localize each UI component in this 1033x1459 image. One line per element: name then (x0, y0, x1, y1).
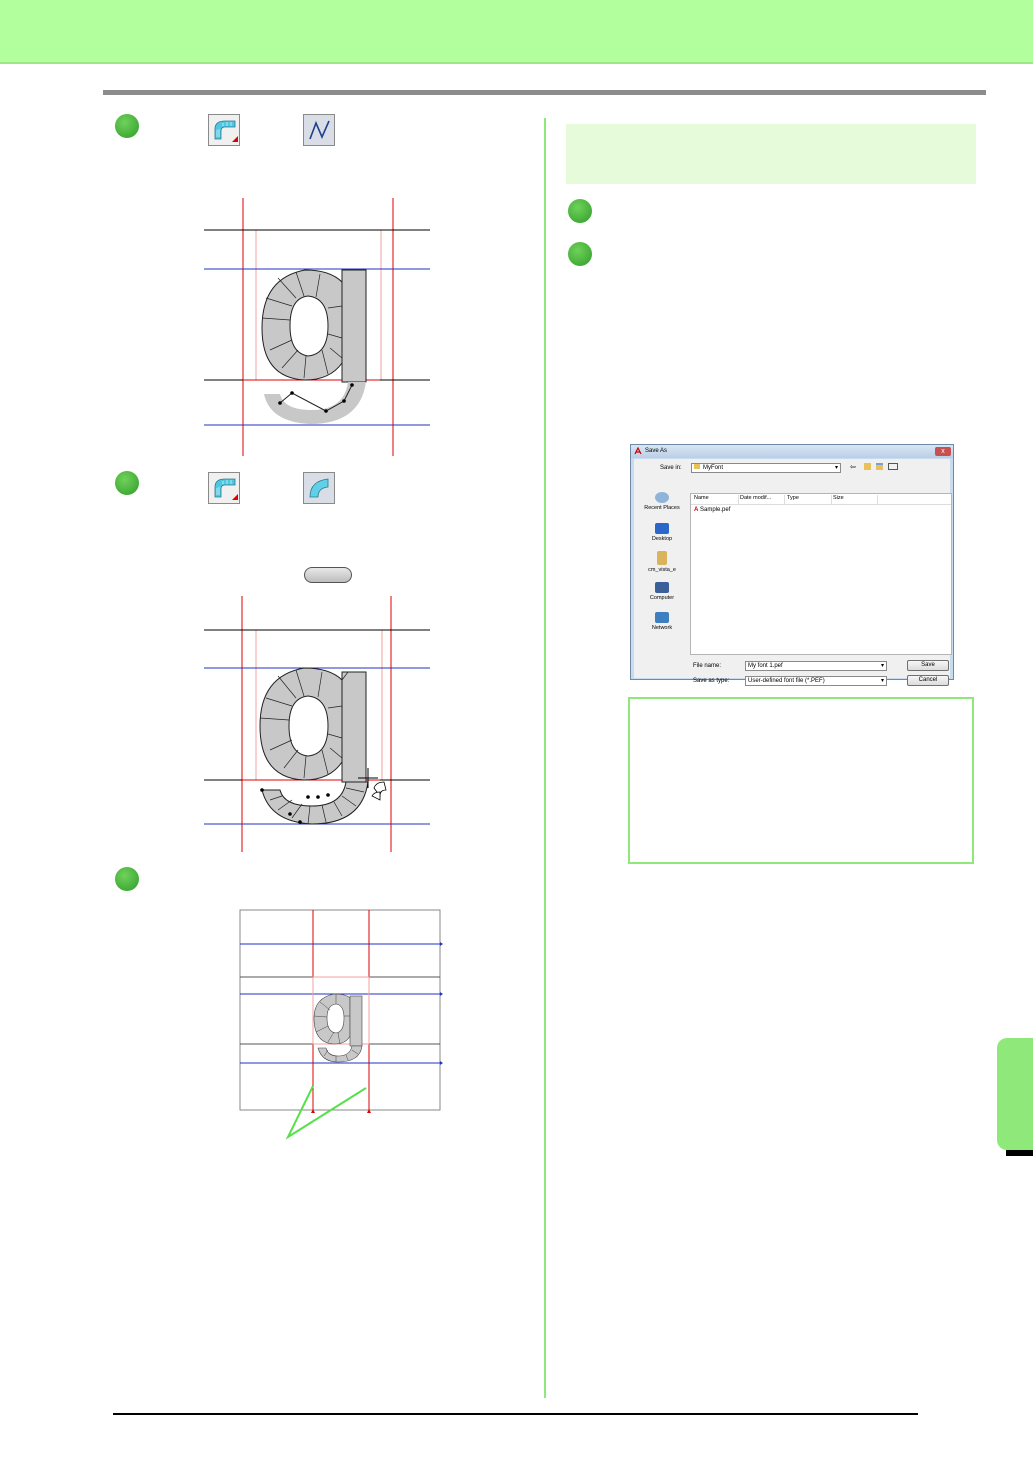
file-name-sample: Sample.pef (700, 507, 731, 513)
note-box (628, 697, 974, 864)
column-header-size[interactable]: Size (833, 495, 878, 504)
place-desktop[interactable]: Desktop (637, 523, 687, 542)
place-label-recent: Recent Places (644, 505, 680, 511)
side-tab-shadow (1006, 1150, 1033, 1156)
column-header-date[interactable]: Date modif... (740, 495, 785, 504)
glyph-g-figure-3 (239, 909, 443, 1140)
step-marker-1 (115, 114, 139, 138)
file-name-label: File name: (693, 663, 722, 669)
bottom-rule (113, 1413, 918, 1415)
arc-tool-icon[interactable] (208, 114, 240, 146)
arc-tool-icon-2[interactable] (208, 472, 240, 504)
save-as-type-select[interactable]: User-defined font file (*.PEF) ▾ (745, 676, 887, 686)
step-marker-right-2 (568, 242, 592, 266)
file-name-value: My font 1.pef (748, 663, 783, 669)
save-in-value: MyFont (703, 465, 724, 471)
place-computer[interactable]: Computer (637, 582, 687, 601)
file-list: Name Date modif... Type Size A Sample.pe… (690, 493, 952, 655)
column-header-type[interactable]: Type (787, 495, 832, 504)
back-arrow-icon[interactable]: ⇦ (850, 463, 856, 471)
place-label-computer: Computer (649, 595, 675, 601)
app-logo-icon (634, 446, 642, 455)
save-as-type-value: User-defined font file (*.PEF) (748, 678, 825, 684)
list-item[interactable]: A Sample.pef (694, 507, 730, 513)
place-recent[interactable]: Recent Places (637, 492, 687, 511)
dialog-titlebar: Save As x (631, 445, 953, 458)
save-in-label: Save in: (660, 465, 682, 471)
network-icon (655, 612, 669, 623)
arc-segment-icon[interactable] (303, 472, 335, 504)
views-menu-icon[interactable] (888, 463, 898, 470)
cancel-button[interactable]: Cancel (907, 675, 949, 686)
step-marker-3 (115, 867, 139, 891)
up-folder-icon[interactable] (864, 463, 871, 470)
place-label-user: cm_vista_e (648, 567, 676, 573)
dialog-title: Save As (645, 448, 668, 454)
place-label-desktop: Desktop (651, 536, 673, 542)
step-marker-right-1 (568, 199, 592, 223)
step-marker-2 (115, 471, 139, 495)
file-name-field[interactable]: My font 1.pef ▾ (745, 661, 887, 671)
folder-icon (694, 464, 700, 469)
info-band (566, 124, 976, 184)
place-label-network: Network (651, 625, 673, 631)
glyph-g-figure-2 (204, 596, 430, 852)
close-icon[interactable]: x (935, 447, 951, 456)
column-header-name[interactable]: Name (694, 495, 739, 504)
dialog-body: Save in: MyFont ▾ ⇦ Recent Places Deskto… (634, 459, 952, 686)
save-in-combo[interactable]: MyFont ▾ (691, 463, 841, 473)
save-button[interactable]: Save (907, 660, 949, 671)
desktop-icon (655, 523, 669, 534)
user-folder-icon (657, 551, 667, 565)
glyph-g-figure-1 (204, 198, 430, 456)
line-tool-icon[interactable] (303, 114, 335, 146)
chapter-side-tab (997, 1038, 1033, 1150)
recent-places-icon (655, 492, 669, 503)
chevron-down-icon: ▾ (834, 465, 838, 471)
top-rule (103, 90, 986, 95)
place-user[interactable]: cm_vista_e (637, 551, 687, 573)
chevron-down-icon: ▾ (880, 678, 884, 684)
places-bar: Recent Places Desktop cm_vista_e Compute… (637, 492, 687, 657)
new-folder-icon[interactable] (876, 463, 883, 470)
rounded-button[interactable] (304, 567, 352, 583)
pef-file-icon: A (694, 507, 699, 513)
computer-icon (655, 582, 669, 593)
header-divider (691, 504, 951, 505)
save-as-dialog: Save As x Save in: MyFont ▾ ⇦ Recent Pla… (630, 444, 954, 686)
header-band (0, 0, 1033, 64)
save-as-type-label: Save as type: (693, 678, 730, 684)
column-divider (544, 118, 546, 1398)
chevron-down-icon: ▾ (880, 663, 884, 669)
place-network[interactable]: Network (637, 612, 687, 631)
